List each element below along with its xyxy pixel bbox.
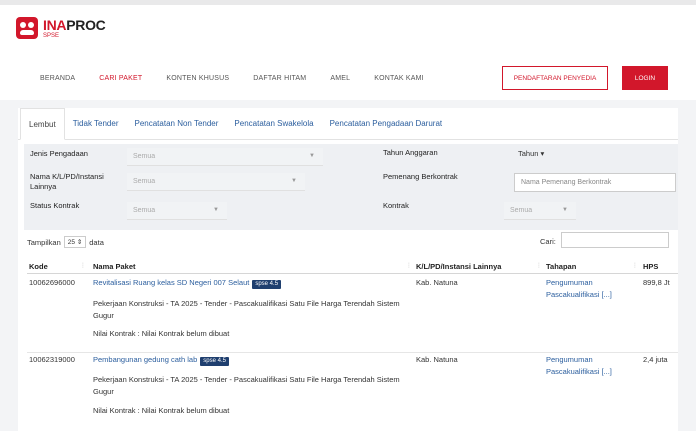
tab-lembut[interactable]: Lembut bbox=[20, 108, 65, 140]
page-length-select[interactable]: 25 ⇕ bbox=[63, 236, 87, 248]
logo-name-a: INA bbox=[43, 16, 67, 33]
show-label: Tampilkan bbox=[27, 237, 61, 247]
row-2-hps: 2,4 juta bbox=[643, 355, 668, 364]
row-1-nama-link[interactable]: Revitalisasi Ruang kelas SD Negeri 007 S… bbox=[93, 278, 249, 287]
row-1-hps: 899,8 Jt bbox=[643, 278, 670, 287]
pemenang-label: Pemenang Berkontrak bbox=[383, 172, 458, 181]
page-length-value: 25 bbox=[67, 239, 75, 246]
logo-icon bbox=[16, 17, 38, 39]
col-nama-paket[interactable]: Nama Paket bbox=[93, 262, 136, 271]
row-2-nama-link[interactable]: Pembangunan gedung cath lab bbox=[93, 355, 197, 364]
nav-cari-paket[interactable]: CARI PAKET bbox=[99, 75, 142, 82]
row-1-instansi: Kab. Natuna bbox=[416, 278, 458, 287]
header: INAPROC SPSE BERANDA CARI PAKET KONTEN K… bbox=[0, 0, 696, 100]
row-1-tahapan-link[interactable]: Pengumuman Pascakualifikasi [...] bbox=[546, 277, 630, 300]
page-length-control: Tampilkan 25 ⇕ data bbox=[27, 236, 104, 248]
login-button[interactable]: LOGIN bbox=[622, 66, 668, 90]
col-tahapan[interactable]: Tahapan bbox=[546, 262, 576, 271]
filter-form: Jenis Pengadaan Semua ▼ Nama K/L/PD/Inst… bbox=[24, 144, 678, 230]
nav-amel[interactable]: AMEL bbox=[330, 75, 350, 82]
package-tabs: Lembut Tidak Tender Pencatatan Non Tende… bbox=[18, 108, 678, 140]
search-label: Cari: bbox=[540, 237, 556, 246]
sort-icon: ⋮ bbox=[406, 263, 412, 269]
col-hps[interactable]: HPS bbox=[643, 262, 658, 271]
caret-down-icon: ▾ bbox=[540, 149, 545, 158]
row-2-nilai: Nilai Kontrak : Nilai Kontrak belum dibu… bbox=[93, 406, 230, 415]
sort-icon: ⋮ bbox=[536, 263, 542, 269]
tab-tidak-tender[interactable]: Tidak Tender bbox=[65, 108, 127, 140]
status-kontrak-value: Semua bbox=[133, 207, 156, 214]
instansi-label: Nama K/L/PD/Instansi Lainnya bbox=[30, 172, 104, 191]
instansi-value: Semua bbox=[133, 178, 156, 185]
status-kontrak-label: Status Kontrak bbox=[30, 201, 80, 210]
sort-icon: ⋮ bbox=[80, 263, 86, 269]
tab-swakelola[interactable]: Pencatatan Swakelola bbox=[226, 108, 321, 140]
search-input[interactable] bbox=[561, 232, 669, 248]
main-nav: BERANDA CARI PAKET KONTEN KHUSUS DAFTAR … bbox=[40, 75, 448, 82]
chevron-down-icon: ▼ bbox=[291, 178, 297, 184]
status-kontrak-select[interactable]: Semua ▼ bbox=[127, 202, 227, 220]
data-label: data bbox=[89, 237, 104, 247]
row-1-nilai: Nilai Kontrak : Nilai Kontrak belum dibu… bbox=[93, 329, 230, 338]
nav-kontak-kami[interactable]: KONTAK KAMI bbox=[374, 75, 424, 82]
row-2-nama-cell: Pembangunan gedung cath lab spse 4.5 bbox=[93, 354, 403, 367]
jenis-pengadaan-select[interactable]: Semua ▼ bbox=[127, 148, 323, 166]
chevron-down-icon: ▼ bbox=[309, 153, 315, 159]
jenis-pengadaan-value: Semua bbox=[133, 153, 156, 160]
row-1-desc: Pekerjaan Konstruksi - TA 2025 - Tender … bbox=[93, 299, 400, 320]
spse-badge: spse 4.5 bbox=[200, 357, 229, 367]
site-logo[interactable]: INAPROC SPSE bbox=[16, 16, 106, 39]
chevron-down-icon: ▼ bbox=[213, 207, 219, 213]
row-divider bbox=[27, 352, 678, 353]
logo-name-b: PROC bbox=[66, 16, 106, 33]
row-2-instansi: Kab. Natuna bbox=[416, 355, 458, 364]
sort-arrows-icon: ⇕ bbox=[76, 239, 83, 246]
header-divider bbox=[27, 273, 678, 274]
jenis-pengadaan-label: Jenis Pengadaan bbox=[30, 149, 88, 158]
tab-pengadaan-darurat[interactable]: Pencatatan Pengadaan Darurat bbox=[322, 108, 451, 140]
tahun-anggaran-label: Tahun Anggaran bbox=[383, 148, 438, 157]
col-instansi[interactable]: K/L/PD/Instansi Lainnya bbox=[416, 262, 501, 271]
row-2-desc: Pekerjaan Konstruksi - TA 2025 - Tender … bbox=[93, 375, 400, 396]
nav-beranda[interactable]: BERANDA bbox=[40, 75, 75, 82]
search-panel: Lembut Tidak Tender Pencatatan Non Tende… bbox=[18, 108, 678, 431]
tahun-anggaran-select[interactable]: Tahun ▾ bbox=[518, 149, 544, 158]
tahun-anggaran-value: Tahun bbox=[518, 149, 539, 158]
chevron-down-icon: ▼ bbox=[562, 207, 568, 213]
instansi-select[interactable]: Semua ▼ bbox=[127, 173, 305, 191]
kontrak-label: Kontrak bbox=[383, 201, 409, 210]
row-1-nama-cell: Revitalisasi Ruang kelas SD Negeri 007 S… bbox=[93, 277, 403, 290]
logo-subtitle: SPSE bbox=[43, 32, 60, 39]
kontrak-value: Semua bbox=[510, 207, 533, 214]
row-1-kode: 10062696000 bbox=[29, 278, 75, 287]
row-2-kode: 10062319000 bbox=[29, 355, 75, 364]
row-2-tahapan-link[interactable]: Pengumuman Pascakualifikasi [...] bbox=[546, 354, 630, 377]
sort-icon: ⋮ bbox=[632, 263, 638, 269]
tab-non-tender[interactable]: Pencatatan Non Tender bbox=[127, 108, 227, 140]
pemenang-input[interactable]: Nama Pemenang Berkontrak bbox=[514, 173, 676, 192]
col-kode[interactable]: Kode bbox=[29, 262, 48, 271]
nav-konten-khusus[interactable]: KONTEN KHUSUS bbox=[166, 75, 229, 82]
nav-daftar-hitam[interactable]: DAFTAR HITAM bbox=[253, 75, 306, 82]
spse-badge: spse 4.5 bbox=[252, 280, 282, 290]
register-provider-button[interactable]: PENDAFTARAN PENYEDIA bbox=[502, 66, 608, 90]
kontrak-select[interactable]: Semua ▼ bbox=[504, 202, 576, 220]
